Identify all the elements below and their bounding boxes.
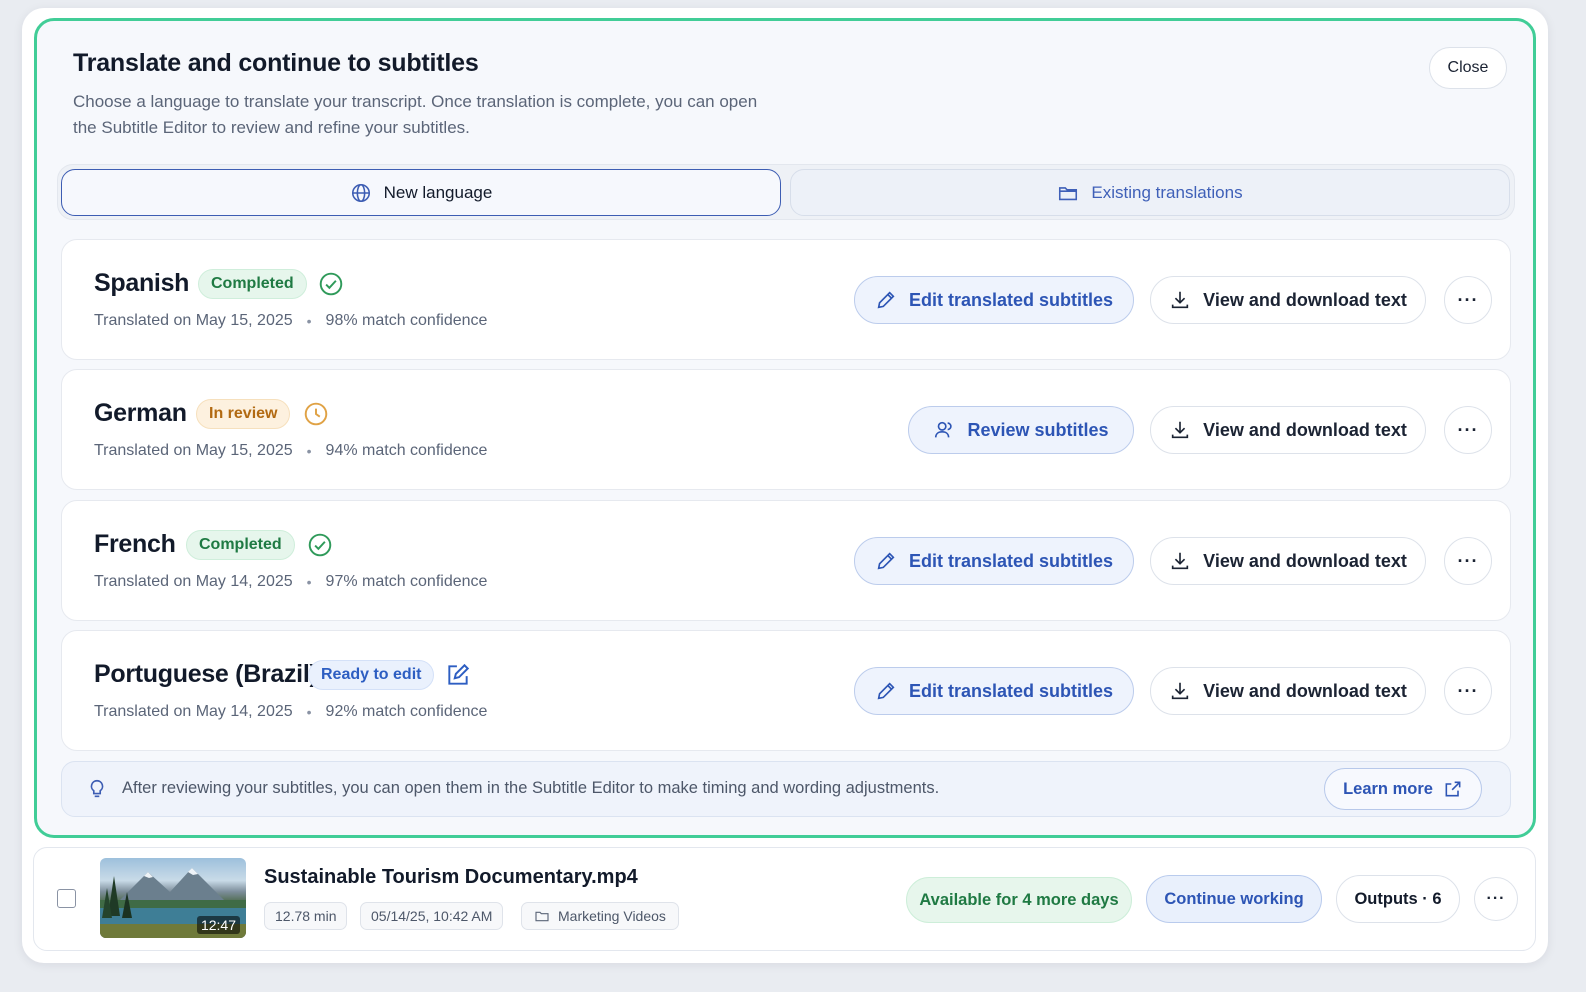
review-subtitles-button[interactable]: Review subtitles xyxy=(908,406,1134,454)
translation-meta: Translated on May 14, 2025 • 97% match c… xyxy=(94,573,487,591)
translation-row-french: French Completed Translated on May 14, 2… xyxy=(61,500,1511,621)
date-chip: 05/14/25, 10:42 AM xyxy=(360,902,504,930)
button-label: View and download text xyxy=(1203,419,1407,440)
file-row: 12:47 Sustainable Tourism Documentary.mp… xyxy=(33,847,1536,951)
pencil-icon xyxy=(877,552,895,570)
language-name: Portuguese (Brazil) xyxy=(94,660,318,688)
duration-chip: 12.78 min xyxy=(264,902,348,930)
folder-chip[interactable]: Marketing Videos xyxy=(521,902,679,930)
download-icon xyxy=(1171,682,1189,700)
clock-icon xyxy=(304,402,328,426)
view-download-text-button[interactable]: View and download text xyxy=(1150,537,1426,585)
pencil-icon xyxy=(877,291,895,309)
separator-dot: • xyxy=(306,704,312,720)
language-name: Spanish xyxy=(94,269,190,297)
translation-meta: Translated on May 15, 2025 • 98% match c… xyxy=(94,312,487,330)
folder-icon xyxy=(1059,186,1078,200)
more-options-button[interactable]: ··· xyxy=(1444,406,1492,454)
more-options-button[interactable]: ··· xyxy=(1444,537,1492,585)
file-more-options-button[interactable]: ··· xyxy=(1474,877,1518,921)
video-thumbnail[interactable]: 12:47 xyxy=(100,858,246,938)
duration-value: 12.78 min xyxy=(275,908,337,924)
translation-row-german: German In review Translated on May 15, 2… xyxy=(61,369,1511,490)
tab-existing-translations-label: Existing translations xyxy=(1091,182,1243,202)
button-label: View and download text xyxy=(1203,680,1407,701)
external-link-icon xyxy=(1445,781,1461,797)
translation-date: Translated on May 15, 2025 xyxy=(94,442,293,459)
learn-more-link[interactable]: Learn more xyxy=(1324,768,1482,810)
status-badge: Completed xyxy=(198,269,307,299)
tab-new-language-label: New language xyxy=(383,182,493,202)
language-name: French xyxy=(94,530,176,558)
folder-name: Marketing Videos xyxy=(558,908,666,924)
translation-meta: Translated on May 14, 2025 • 92% match c… xyxy=(94,703,487,721)
translation-date: Translated on May 14, 2025 xyxy=(94,703,293,720)
edit-translated-subtitles-button[interactable]: Edit translated subtitles xyxy=(854,667,1134,715)
status-badge: Completed xyxy=(186,530,295,560)
tab-new-language[interactable]: New language xyxy=(61,169,781,216)
match-confidence: 97% match confidence xyxy=(325,573,488,590)
translate-dialog: Translate and continue to subtitles Choo… xyxy=(34,18,1536,838)
translation-date: Translated on May 15, 2025 xyxy=(94,312,293,329)
view-download-text-button[interactable]: View and download text xyxy=(1150,276,1426,324)
status-badge: In review xyxy=(196,399,291,429)
availability-badge: Available for 4 more days xyxy=(906,877,1132,923)
language-name: German xyxy=(94,399,187,427)
tip-banner: After reviewing your subtitles, you can … xyxy=(61,761,1511,817)
edit-translated-subtitles-button[interactable]: Edit translated subtitles xyxy=(854,276,1134,324)
button-label: Edit translated subtitles xyxy=(908,680,1114,701)
tab-bar: New language Existing translations xyxy=(57,164,1515,220)
download-icon xyxy=(1171,552,1189,570)
edit-translated-subtitles-button[interactable]: Edit translated subtitles xyxy=(854,537,1134,585)
check-circle-icon xyxy=(319,272,343,296)
separator-dot: • xyxy=(306,443,312,459)
tab-existing-translations[interactable]: Existing translations xyxy=(790,169,1510,216)
tip-text: After reviewing your subtitles, you can … xyxy=(122,779,940,797)
button-label: View and download text xyxy=(1203,550,1407,571)
more-options-button[interactable]: ··· xyxy=(1444,667,1492,715)
match-confidence: 94% match confidence xyxy=(325,442,488,459)
translation-meta: Translated on May 15, 2025 • 94% match c… xyxy=(94,442,487,460)
close-button[interactable]: Close xyxy=(1429,47,1507,89)
separator-dot: • xyxy=(306,574,312,590)
globe-icon xyxy=(351,183,370,202)
reviewer-icon xyxy=(935,421,953,438)
folder-icon xyxy=(535,911,549,922)
button-label: Edit translated subtitles xyxy=(908,289,1114,310)
date-value: 05/14/25, 10:42 AM xyxy=(371,908,493,924)
separator-dot: • xyxy=(306,313,312,329)
button-label: Review subtitles xyxy=(967,419,1109,440)
more-options-button[interactable]: ··· xyxy=(1444,276,1492,324)
lightbulb-icon xyxy=(90,779,104,798)
match-confidence: 92% match confidence xyxy=(325,703,488,720)
continue-working-button[interactable]: Continue working xyxy=(1146,875,1322,923)
translation-date: Translated on May 14, 2025 xyxy=(94,573,293,590)
file-name[interactable]: Sustainable Tourism Documentary.mp4 xyxy=(264,866,638,889)
thumbnail-duration: 12:47 xyxy=(196,916,240,934)
translation-row-spanish: Spanish Completed Translated on May 15, … xyxy=(61,239,1511,360)
learn-more-label: Learn more xyxy=(1343,779,1433,798)
download-icon xyxy=(1171,421,1189,439)
file-select-checkbox[interactable] xyxy=(57,889,76,908)
outputs-button[interactable]: Outputs · 6 xyxy=(1336,875,1460,923)
edit-square-icon xyxy=(448,663,470,685)
match-confidence: 98% match confidence xyxy=(325,312,488,329)
view-download-text-button[interactable]: View and download text xyxy=(1150,667,1426,715)
pencil-icon xyxy=(877,682,895,700)
button-label: View and download text xyxy=(1203,289,1407,310)
translation-row-portuguese-brazil: Portuguese (Brazil) Ready to edit Transl… xyxy=(61,630,1511,751)
dialog-title: Translate and continue to subtitles xyxy=(73,49,479,77)
status-badge: Ready to edit xyxy=(308,660,435,690)
download-icon xyxy=(1171,291,1189,309)
button-label: Edit translated subtitles xyxy=(908,550,1114,571)
view-download-text-button[interactable]: View and download text xyxy=(1150,406,1426,454)
check-circle-icon xyxy=(308,533,332,557)
dialog-description: Choose a language to translate your tran… xyxy=(73,92,758,137)
